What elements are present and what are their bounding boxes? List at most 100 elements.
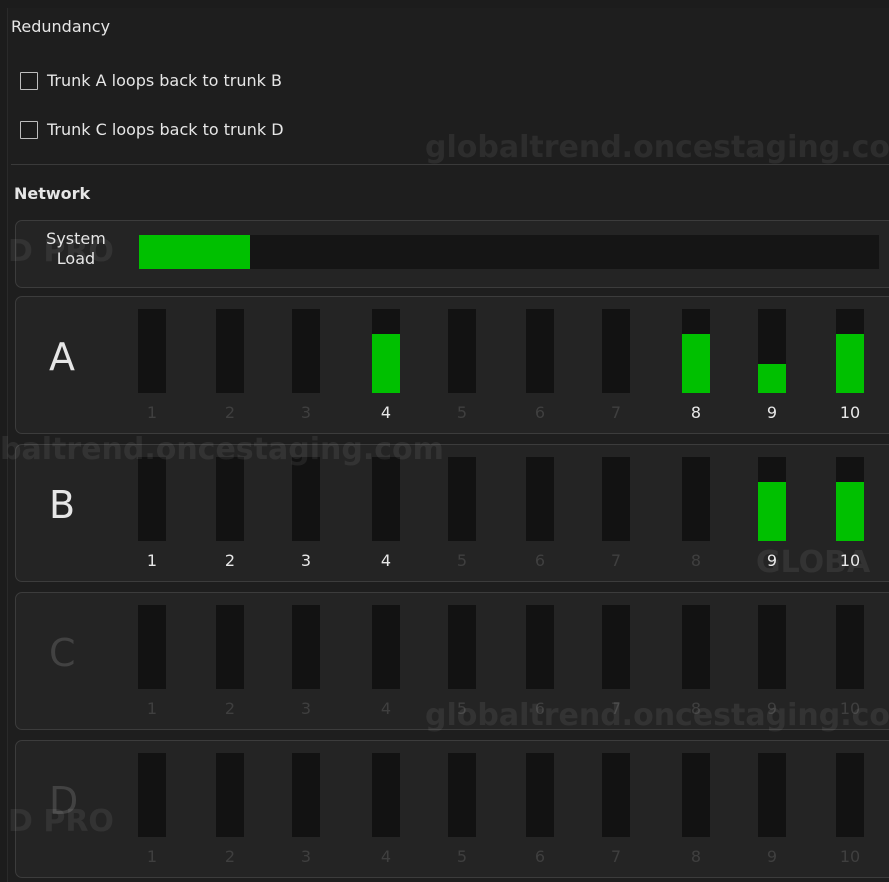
channel-meter [602, 605, 630, 689]
channel-number: 2 [224, 403, 236, 422]
trunk-letter: A [49, 335, 75, 379]
channel-number: 9 [766, 847, 778, 866]
channel-number: 4 [380, 699, 392, 718]
channel-number: 6 [534, 699, 546, 718]
channel-number: 10 [839, 403, 861, 422]
channel-meter [758, 753, 786, 837]
channel-number: 3 [300, 403, 312, 422]
channel-meter [292, 605, 320, 689]
trunk-panel-c: C 1 2 3 4 5 6 7 8 9 10 [15, 592, 889, 730]
channel-meter [372, 309, 400, 393]
channel-number: 8 [690, 699, 702, 718]
channel-meter [758, 309, 786, 393]
channel-meter [216, 309, 244, 393]
channel-meter [448, 605, 476, 689]
system-load-meter [139, 235, 879, 269]
channel-meter [292, 753, 320, 837]
trunk-panel-a: A 1 2 3 4 5 6 7 8 9 10 [15, 296, 889, 434]
channel-meter [448, 457, 476, 541]
channel-meter [836, 457, 864, 541]
trunk-panel-d: D 1 2 3 4 5 6 7 8 9 10 [15, 740, 889, 878]
channel-meter [836, 753, 864, 837]
channel-number: 6 [534, 847, 546, 866]
channel-number: 10 [839, 551, 861, 570]
channel-number: 4 [380, 403, 392, 422]
channel-meter [526, 605, 554, 689]
channel-meter [758, 457, 786, 541]
channel-meter-fill [372, 334, 400, 393]
channel-number: 2 [224, 551, 236, 570]
loopback-cd-label: Trunk C loops back to trunk D [47, 120, 284, 139]
channel-meter [216, 457, 244, 541]
network-title: Network [14, 184, 91, 203]
channel-meter-fill [758, 363, 786, 393]
channel-number: 7 [610, 403, 622, 422]
channel-meter [138, 309, 166, 393]
channel-meter-fill [836, 334, 864, 393]
channel-meter [448, 309, 476, 393]
channel-meter-fill [836, 482, 864, 541]
channel-meter [602, 753, 630, 837]
channel-meter [448, 753, 476, 837]
trunk-letter: B [49, 483, 76, 527]
channel-meter [526, 753, 554, 837]
channel-number: 10 [839, 847, 861, 866]
system-load-label-line1: System [46, 229, 106, 248]
channel-number: 1 [146, 699, 158, 718]
channel-meter [682, 457, 710, 541]
channel-number: 5 [456, 551, 468, 570]
channel-number: 5 [456, 847, 468, 866]
channel-meter [682, 753, 710, 837]
system-load-label: System Load [36, 229, 116, 269]
channel-meter [682, 605, 710, 689]
trunk-letter: C [49, 631, 76, 675]
channel-number: 2 [224, 847, 236, 866]
channel-number: 5 [456, 403, 468, 422]
channel-number: 6 [534, 551, 546, 570]
trunk-letter: D [49, 779, 79, 823]
channel-number: 9 [766, 699, 778, 718]
redundancy-title: Redundancy [11, 17, 111, 36]
channel-meter [216, 605, 244, 689]
loopback-ab-checkbox[interactable] [20, 71, 38, 90]
channel-meter [372, 605, 400, 689]
channel-meter [138, 457, 166, 541]
trunk-panel-b: B 1 2 3 4 5 6 7 8 9 10 [15, 444, 889, 582]
channel-meter [526, 309, 554, 393]
loopback-cd-option[interactable]: Trunk C loops back to trunk D [20, 120, 284, 139]
channel-meter [138, 605, 166, 689]
channel-number: 7 [610, 551, 622, 570]
system-load-label-line2: Load [56, 249, 96, 268]
system-load-fill [139, 235, 250, 269]
channel-number: 1 [146, 847, 158, 866]
channel-number: 4 [380, 551, 392, 570]
system-load-panel: System Load [15, 220, 889, 288]
channel-meter [138, 753, 166, 837]
channel-number: 8 [690, 551, 702, 570]
section-divider [11, 164, 889, 165]
channel-meter [292, 309, 320, 393]
loopback-cd-checkbox[interactable] [20, 120, 38, 139]
channel-meter [602, 309, 630, 393]
channel-number: 3 [300, 847, 312, 866]
channel-meter-fill [758, 482, 786, 541]
channel-meter-fill [682, 334, 710, 393]
loopback-ab-option[interactable]: Trunk A loops back to trunk B [20, 71, 282, 90]
channel-number: 7 [610, 847, 622, 866]
channel-number: 8 [690, 847, 702, 866]
channel-number: 4 [380, 847, 392, 866]
channel-meter [836, 605, 864, 689]
channel-number: 2 [224, 699, 236, 718]
channel-number: 7 [610, 699, 622, 718]
channel-meter [372, 753, 400, 837]
channel-meter [602, 457, 630, 541]
channel-meter [682, 309, 710, 393]
channel-meter [758, 605, 786, 689]
channel-meter [216, 753, 244, 837]
channel-number: 3 [300, 699, 312, 718]
channel-meter [292, 457, 320, 541]
channel-number: 6 [534, 403, 546, 422]
channel-number: 8 [690, 403, 702, 422]
channel-meter [372, 457, 400, 541]
channel-meter [526, 457, 554, 541]
